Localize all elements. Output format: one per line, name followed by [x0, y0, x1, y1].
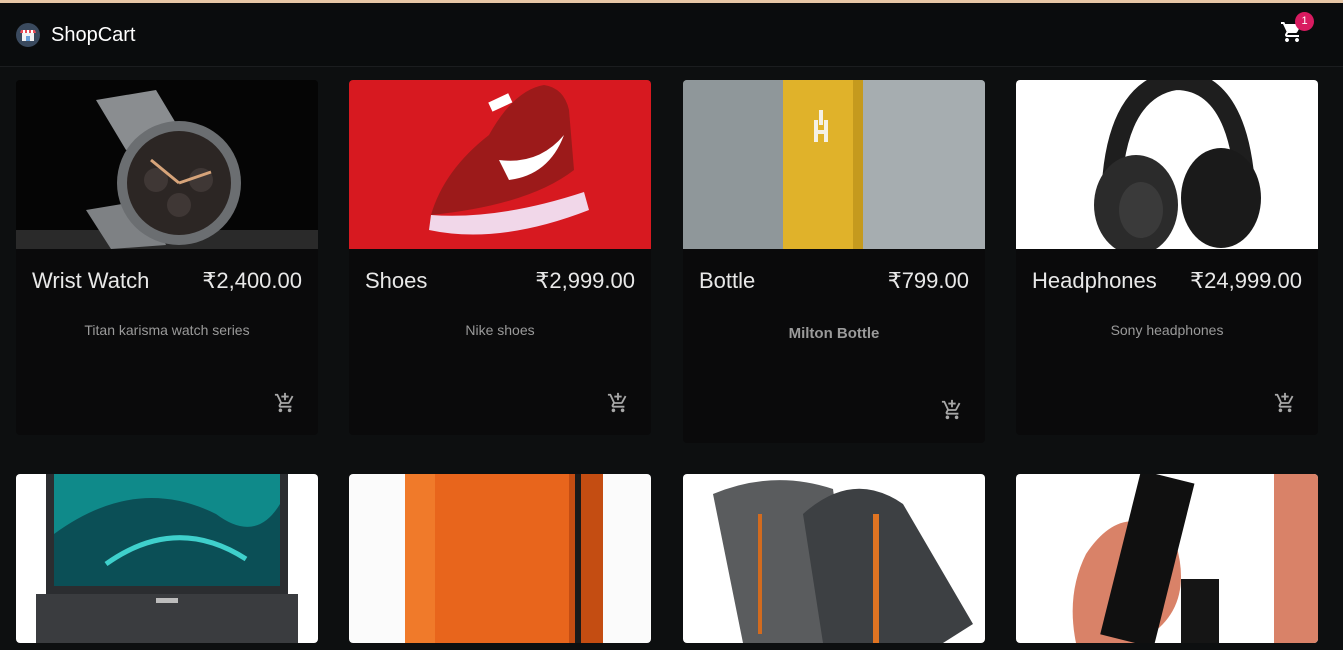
add-to-cart-button[interactable]: [941, 399, 963, 421]
shop-logo-icon: [16, 23, 40, 47]
add-to-cart-button[interactable]: [1274, 392, 1296, 414]
jacket-image[interactable]: [683, 474, 985, 643]
bottle-image[interactable]: [683, 80, 985, 249]
add-shopping-cart-icon: [941, 399, 961, 420]
laptop-image[interactable]: [16, 474, 318, 643]
product-card[interactable]: Bottle ₹799.00 Milton Bottle: [683, 80, 985, 443]
add-shopping-cart-icon: [1274, 392, 1294, 413]
product-price: ₹2,999.00: [535, 268, 635, 293]
product-card[interactable]: [349, 474, 651, 643]
product-card[interactable]: Headphones ₹24,999.00 Sony headphones: [1016, 80, 1318, 435]
add-to-cart-button[interactable]: [607, 392, 629, 414]
shoes-image[interactable]: [349, 80, 651, 249]
product-description: Titan karisma watch series: [84, 322, 250, 338]
product-title: Headphones: [1032, 268, 1157, 293]
product-description: Milton Bottle: [788, 325, 880, 342]
product-price: ₹799.00: [887, 268, 969, 293]
product-card[interactable]: Shoes ₹2,999.00 Nike shoes: [349, 80, 651, 435]
product-card[interactable]: [1016, 474, 1318, 643]
product-title: Shoes: [365, 268, 428, 293]
product-description: Sony headphones: [1110, 322, 1224, 338]
cart-count-badge: 1: [1295, 12, 1314, 31]
product-card[interactable]: [16, 474, 318, 643]
wrist-watch-image[interactable]: [16, 80, 318, 249]
add-shopping-cart-icon: [607, 392, 627, 413]
brand[interactable]: ShopCart: [16, 23, 136, 47]
product-card[interactable]: Wrist Watch ₹2,400.00 Titan karisma watc…: [16, 80, 318, 435]
product-title: Wrist Watch: [32, 268, 150, 293]
product-price: ₹24,999.00: [1190, 268, 1302, 293]
headphones-image[interactable]: [1016, 80, 1318, 249]
add-shopping-cart-icon: [274, 392, 294, 413]
orange-bottle-image[interactable]: [349, 474, 651, 643]
app-bar: ShopCart: [0, 3, 1343, 67]
lipstick-image[interactable]: [1016, 474, 1318, 643]
app-title: ShopCart: [51, 23, 136, 46]
product-title: Bottle: [699, 268, 756, 293]
product-price: ₹2,400.00: [202, 268, 302, 293]
add-to-cart-button[interactable]: [274, 392, 296, 414]
product-card[interactable]: [683, 474, 985, 643]
product-description: Nike shoes: [465, 322, 535, 338]
